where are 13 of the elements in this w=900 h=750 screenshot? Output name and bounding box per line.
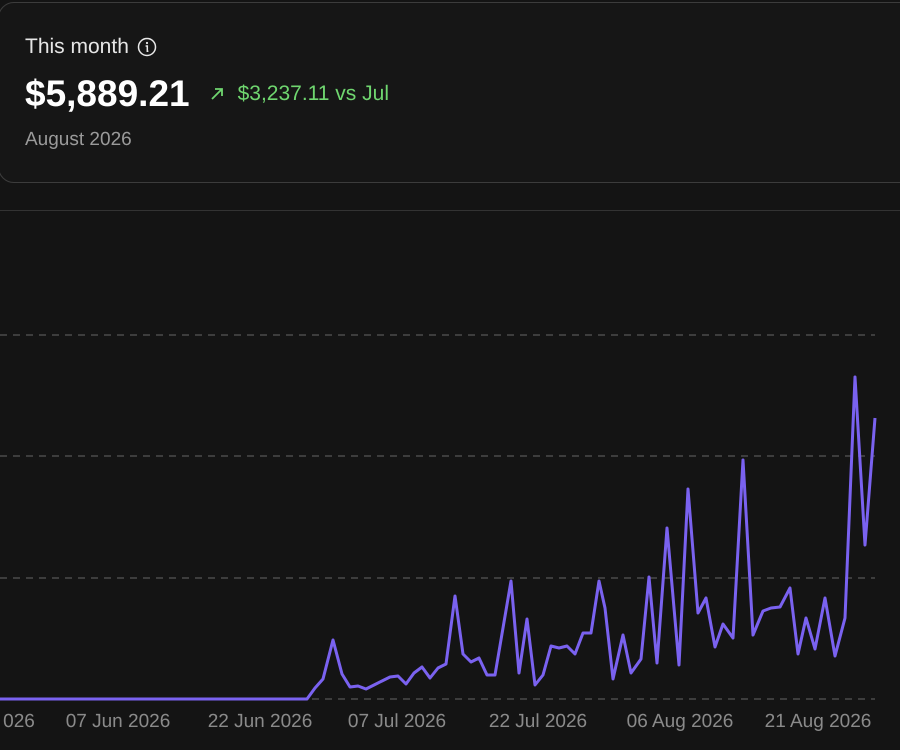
x-axis-label: 22 Jun 2026	[208, 711, 312, 732]
x-axis-label: 06 Aug 2026	[626, 711, 734, 732]
change-text: $3,237.11 vs Jul	[238, 82, 389, 106]
x-axis-label: 22 Jul 2026	[488, 711, 588, 732]
summary-label: This month	[25, 35, 129, 59]
period-text: August 2026	[25, 129, 133, 151]
x-axis-label: 026	[3, 711, 35, 732]
x-axis-label: 21 Aug 2026	[764, 711, 872, 732]
x-axis-label: 07 Jun 2026	[66, 711, 170, 732]
total-amount: $5,889.21	[25, 73, 190, 115]
up-arrow-icon	[210, 87, 224, 101]
x-axis-label: 07 Jul 2026	[348, 711, 446, 732]
info-icon[interactable]	[136, 37, 157, 57]
